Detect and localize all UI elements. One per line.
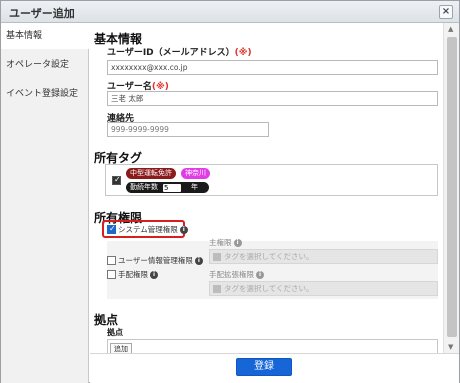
system-admin-label: システム管理権限 i bbox=[118, 224, 188, 235]
info-icon[interactable]: i bbox=[150, 271, 158, 279]
dispatch-label: 手配権限 i bbox=[118, 269, 158, 280]
years-chip[interactable]: 勤続年数 5 年 bbox=[126, 182, 209, 193]
info-icon: i bbox=[233, 239, 242, 247]
user-info-label: ユーザー情報管理権限 i bbox=[118, 255, 203, 266]
dispatch-checkbox[interactable] bbox=[107, 270, 116, 279]
tag-chip[interactable]: 神奈川 bbox=[181, 168, 210, 179]
tag-box[interactable]: ✓ 中型運転免許 神奈川 勤続年数 5 年 bbox=[105, 164, 438, 196]
user-add-dialog: ユーザー追加 × 基本情報 オペレータ設定 イベント登録設定 基本情報 ユーザー… bbox=[0, 0, 460, 383]
dispatch-ext-checkbox bbox=[213, 285, 221, 293]
info-icon[interactable]: i bbox=[194, 257, 203, 265]
close-icon[interactable]: × bbox=[439, 5, 453, 19]
user-id-label: ユーザーID（メールアドレス）(※) bbox=[107, 48, 252, 58]
dialog-title: ユーザー追加 bbox=[9, 7, 75, 20]
scroll-up-icon[interactable]: ▲ bbox=[448, 25, 453, 33]
dialog-footer: 登録 bbox=[90, 353, 459, 383]
user-info-checkbox[interactable] bbox=[107, 256, 116, 265]
sidebar-item-basic-info[interactable]: 基本情報 bbox=[1, 23, 90, 49]
scroll-thumb[interactable] bbox=[447, 37, 457, 337]
add-base-button[interactable]: 追加 bbox=[110, 343, 132, 353]
sidebar: 基本情報 オペレータ設定 イベント登録設定 bbox=[1, 23, 90, 383]
scroll-down-icon[interactable]: ▼ bbox=[448, 343, 453, 351]
sidebar-item-event-settings[interactable]: イベント登録設定 bbox=[1, 81, 89, 107]
contact-field[interactable]: 999-9999-9999 bbox=[107, 122, 269, 137]
sidebar-item-operator-settings[interactable]: オペレータ設定 bbox=[1, 52, 89, 78]
required-mark: (※) bbox=[234, 48, 252, 58]
base-heading: 拠点 bbox=[94, 313, 119, 327]
base-sub-label: 拠点 bbox=[107, 328, 123, 337]
primary-permission-label: 主権限 i bbox=[209, 237, 242, 248]
user-name-field[interactable]: 三老 太郎 bbox=[107, 91, 438, 106]
years-input[interactable]: 5 bbox=[163, 183, 181, 192]
tag-edit-checkbox[interactable]: ✓ bbox=[112, 175, 121, 185]
primary-permission-field: タグを選択してください。 bbox=[209, 249, 438, 264]
user-id-field[interactable]: xxxxxxxx@xxx.co.jp bbox=[107, 60, 438, 75]
dialog-titlebar: ユーザー追加 × bbox=[1, 1, 459, 23]
dispatch-ext-field: タグを選択してください。 bbox=[209, 281, 438, 296]
dispatch-ext-label: 手配拡張権限 i bbox=[209, 269, 264, 280]
base-box: 追加 bbox=[107, 339, 438, 353]
years-label: 勤続年数 bbox=[130, 183, 158, 191]
scrollbar[interactable]: ▲ ▼ bbox=[443, 23, 459, 353]
tag-chip[interactable]: 中型運転免許 bbox=[126, 168, 176, 179]
register-button[interactable]: 登録 bbox=[236, 358, 292, 376]
info-icon[interactable]: i bbox=[179, 226, 188, 234]
years-unit: 年 bbox=[191, 183, 198, 191]
primary-checkbox bbox=[213, 253, 221, 261]
info-icon: i bbox=[256, 271, 264, 279]
form-content: 基本情報 ユーザーID（メールアドレス）(※) xxxxxxxx@xxx.co.… bbox=[90, 23, 443, 353]
system-admin-checkbox[interactable]: ✓ bbox=[107, 224, 116, 234]
